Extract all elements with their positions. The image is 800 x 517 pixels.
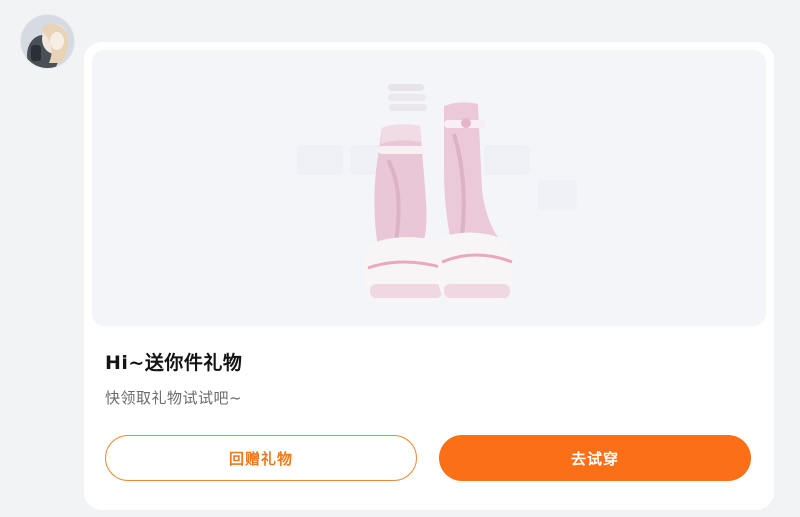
user-avatar-icon <box>21 15 74 68</box>
gift-subtitle: 快领取礼物试试吧~ <box>105 389 243 407</box>
return-gift-button[interactable]: 回赠礼物 <box>105 435 417 481</box>
pink-leg-warmers-boots-icon <box>297 84 577 302</box>
page: Hi~送你件礼物 快领取礼物试试吧~ 回赠礼物 去试穿 <box>0 0 800 517</box>
gift-title: Hi~送你件礼物 <box>105 352 243 374</box>
gift-card: Hi~送你件礼物 快领取礼物试试吧~ 回赠礼物 去试穿 <box>84 42 774 510</box>
avatar[interactable] <box>21 15 74 68</box>
try-on-button[interactable]: 去试穿 <box>439 435 751 481</box>
gift-image <box>92 50 766 326</box>
